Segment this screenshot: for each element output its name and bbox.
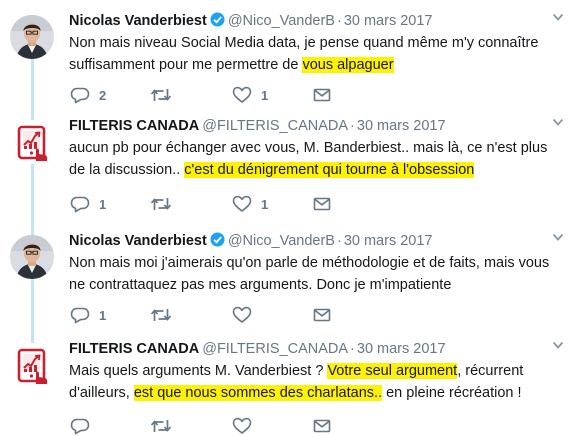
separator-dot: · [350, 118, 355, 134]
reply-button[interactable]: 1 [70, 305, 106, 325]
reply-icon [70, 195, 90, 213]
verified-badge-icon [210, 12, 225, 32]
like-count: 1 [261, 87, 269, 103]
timestamp[interactable]: 30 mars 2017 [357, 118, 446, 134]
text-segment: Non mais moi j'aimerais qu'on parle de m… [69, 255, 550, 293]
retweet-icon [150, 195, 172, 213]
author-handle[interactable]: @FILTERIS_CANADA [202, 341, 348, 357]
heart-icon [232, 86, 252, 104]
reply-count: 2 [99, 87, 107, 103]
retweet-button[interactable] [150, 85, 181, 105]
retweet-button[interactable] [150, 194, 181, 214]
heart-icon [232, 417, 252, 435]
avatar-logo[interactable] [10, 120, 54, 164]
separator-dot: · [336, 233, 342, 249]
direct-message-button[interactable] [313, 416, 331, 436]
avatar[interactable] [10, 15, 54, 59]
author-handle[interactable]: @Nico_VanderB [228, 13, 335, 29]
author-name[interactable]: Nicolas Vanderbiest [69, 233, 207, 249]
retweet-icon [150, 417, 172, 435]
highlighted-text: Votre seul argument [327, 363, 458, 379]
tweet-header: Nicolas Vanderbiest @Nico_VanderB · 30 mars… [69, 12, 432, 32]
author-name[interactable]: FILTERIS CANADA [69, 341, 199, 357]
reply-icon [70, 417, 90, 435]
avatar[interactable] [10, 235, 54, 279]
retweet-icon [150, 86, 172, 104]
highlighted-text: c'est du dénigrement qui tourne à l'obse… [184, 162, 475, 178]
author-handle[interactable]: @FILTERIS_CANADA [202, 118, 348, 134]
author-name[interactable]: Nicolas Vanderbiest [69, 13, 207, 29]
tweet: FILTERIS CANADA @FILTERIS_CANADA · 30 mars … [0, 336, 573, 436]
like-button[interactable] [232, 416, 261, 436]
retweet-button[interactable] [150, 305, 181, 325]
direct-message-button[interactable] [313, 85, 331, 105]
highlighted-text: est que nous sommes des charlatans.. [133, 385, 383, 401]
timestamp[interactable]: 30 mars 2017 [344, 233, 433, 249]
envelope-icon [313, 418, 331, 434]
tweet-text: aucun pb pour échanger avec vous, M. Ban… [69, 137, 561, 181]
author-name[interactable]: FILTERIS CANADA [69, 118, 199, 134]
avatar-logo[interactable] [10, 343, 54, 387]
tweet-text: Non mais niveau Social Media data, je pe… [69, 32, 561, 76]
tweet: FILTERIS CANADA @FILTERIS_CANADA · 30 mars … [0, 113, 573, 213]
text-segment: en pleine récréation ! [382, 385, 522, 401]
tweet-text: Mais quels arguments M. Vanderbiest ? Vo… [69, 360, 561, 404]
tweet: Nicolas Vanderbiest @Nico_VanderB · 30 mars… [0, 228, 573, 328]
tweet-header: FILTERIS CANADA @FILTERIS_CANADA · 30 mars … [69, 340, 446, 358]
like-button[interactable]: 1 [232, 194, 268, 214]
envelope-icon [313, 307, 331, 323]
envelope-icon [313, 87, 331, 103]
heart-icon [232, 306, 252, 324]
author-handle[interactable]: @Nico_VanderB [228, 233, 335, 249]
verified-badge-icon [210, 232, 225, 252]
separator-dot: · [336, 13, 342, 29]
direct-message-button[interactable] [313, 194, 331, 214]
tweet: Nicolas Vanderbiest @Nico_VanderB · 30 mars… [0, 8, 573, 108]
chevron-down-icon[interactable] [551, 115, 565, 133]
retweet-icon [150, 306, 172, 324]
timestamp[interactable]: 30 mars 2017 [357, 341, 446, 357]
like-count: 1 [261, 196, 269, 212]
envelope-icon [313, 196, 331, 212]
reply-icon [70, 86, 90, 104]
reply-count: 1 [99, 307, 107, 323]
reply-icon [70, 306, 90, 324]
highlighted-text: vous alpaguer [302, 57, 394, 73]
direct-message-button[interactable] [313, 305, 331, 325]
chevron-down-icon[interactable] [551, 230, 565, 248]
like-button[interactable]: 1 [232, 85, 268, 105]
timestamp[interactable]: 30 mars 2017 [344, 13, 433, 29]
like-button[interactable] [232, 305, 261, 325]
separator-dot: · [350, 341, 355, 357]
tweet-text: Non mais moi j'aimerais qu'on parle de m… [69, 252, 561, 296]
chevron-down-icon[interactable] [551, 10, 565, 28]
tweet-header: FILTERIS CANADA @FILTERIS_CANADA · 30 mars … [69, 117, 446, 135]
reply-button[interactable] [70, 416, 99, 436]
text-segment: Mais quels arguments M. Vanderbiest ? [69, 363, 328, 379]
retweet-button[interactable] [150, 416, 181, 436]
reply-button[interactable]: 2 [70, 85, 106, 105]
heart-icon [232, 195, 252, 213]
tweet-header: Nicolas Vanderbiest @Nico_VanderB · 30 mars… [69, 232, 432, 252]
reply-count: 1 [99, 196, 107, 212]
reply-button[interactable]: 1 [70, 194, 106, 214]
chevron-down-icon[interactable] [551, 338, 565, 356]
